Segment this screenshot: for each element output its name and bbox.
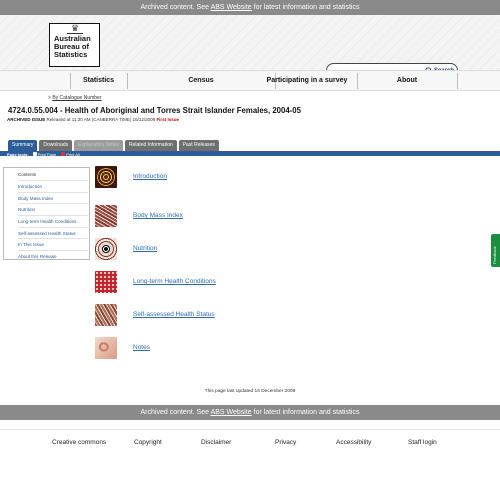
page-title: 4724.0.55.004 - Health of Aboriginal and… bbox=[8, 106, 301, 115]
tab-downloads[interactable]: Downloads bbox=[39, 140, 73, 151]
nav-item-statistics[interactable]: Statistics bbox=[70, 71, 127, 91]
archive-banner-bottom: Archived content. See ABS Website for la… bbox=[0, 405, 500, 420]
notes-thumbnail[interactable] bbox=[95, 337, 117, 359]
topic-link-self-assessed-health[interactable]: Self-assessed Health Status bbox=[133, 311, 215, 318]
first-issue-badge: First Issue bbox=[156, 117, 179, 122]
site-footer: Creative commons Copyright Disclaimer Pr… bbox=[0, 429, 500, 500]
archive-banner-prefix: Archived content. See bbox=[140, 409, 210, 416]
introduction-thumbnail[interactable] bbox=[95, 166, 117, 188]
feedback-tab[interactable]: Feedback bbox=[491, 234, 500, 267]
logo-text: Australian Bureau of Statistics bbox=[54, 34, 91, 59]
breadcrumb: > By Catalogue Number bbox=[48, 95, 102, 101]
contents-panel: Contents Introduction Body Mass Index Nu… bbox=[3, 167, 90, 260]
tab-summary[interactable]: Summary bbox=[8, 140, 38, 151]
nutrition-thumbnail[interactable] bbox=[95, 238, 117, 260]
archive-banner-suffix: for latest information and statistics bbox=[253, 409, 360, 416]
self-assessed-health-status-thumbnail[interactable] bbox=[95, 304, 117, 326]
contents-item-in-this-issue[interactable]: In This Issue bbox=[18, 238, 88, 250]
topic-link-body-mass-index[interactable]: Body Mass Index bbox=[133, 212, 183, 219]
contents-item-introduction[interactable]: Introduction bbox=[18, 180, 88, 192]
print-all-label: Print All bbox=[66, 151, 80, 157]
print-all-button[interactable]: Print All bbox=[61, 152, 80, 157]
footer-link-creative-commons[interactable]: Creative commons bbox=[52, 439, 106, 446]
topic-self-assessed-health: Self-assessed Health Status bbox=[95, 304, 315, 326]
contents-item-about-this-release[interactable]: About this Release bbox=[18, 250, 88, 262]
tab-bar: Summary Downloads Explanatory Notes Rela… bbox=[8, 140, 221, 151]
printer-icon bbox=[32, 152, 37, 156]
abs-website-link[interactable]: ABS Website bbox=[211, 409, 252, 416]
last-updated-text: This page last updated 16 December 2009 bbox=[204, 389, 296, 394]
site-header: ♛ Australian Bureau of Statistics Search bbox=[0, 15, 500, 78]
issue-info: ARCHIVED ISSUE Released at 11:30 AM (CAN… bbox=[7, 117, 179, 122]
body-mass-index-thumbnail[interactable] bbox=[95, 205, 117, 227]
archive-banner-prefix: Archived content. See bbox=[140, 4, 210, 11]
topic-long-term-health: Long-term Health Conditions bbox=[95, 271, 315, 293]
topic-nutrition: Nutrition bbox=[95, 238, 315, 260]
breadcrumb-separator: > bbox=[48, 95, 51, 101]
page-tools-label: Page tools: bbox=[7, 151, 29, 157]
archived-issue-label: ARCHIVED ISSUE bbox=[7, 117, 46, 122]
footer-link-staff-login[interactable]: Staff login bbox=[408, 439, 437, 446]
breadcrumb-link-catalogue[interactable]: By Catalogue Number bbox=[52, 95, 101, 101]
print-page-label: Print Page bbox=[37, 151, 57, 157]
coat-of-arms-icon: ♛ bbox=[67, 23, 83, 34]
page-tools: Page tools: Print Page Print All bbox=[7, 151, 85, 157]
footer-link-accessibility[interactable]: Accessibility bbox=[336, 439, 371, 446]
feedback-tab-label: Feedback bbox=[492, 246, 497, 264]
pdf-icon bbox=[61, 152, 66, 156]
tab-related-information[interactable]: Related Information bbox=[125, 140, 177, 151]
archive-banner-top: Archived content. See ABS Website for la… bbox=[0, 0, 500, 15]
footer-link-disclaimer[interactable]: Disclaimer bbox=[201, 439, 231, 446]
archive-banner-suffix: for latest information and statistics bbox=[253, 4, 360, 11]
topic-body-mass-index: Body Mass Index bbox=[95, 205, 315, 227]
footer-link-privacy[interactable]: Privacy bbox=[275, 439, 296, 446]
topic-notes: Notes bbox=[95, 337, 315, 359]
long-term-health-conditions-thumbnail[interactable] bbox=[95, 271, 117, 293]
nav-divider bbox=[457, 73, 458, 89]
tab-past-releases[interactable]: Past Releases bbox=[178, 140, 219, 151]
contents-title: Contents bbox=[18, 172, 37, 177]
print-page-button[interactable]: Print Page bbox=[32, 151, 57, 157]
topic-introduction: Introduction bbox=[95, 166, 315, 188]
contents-item-body-mass-index[interactable]: Body Mass Index bbox=[18, 191, 88, 204]
footer-link-copyright[interactable]: Copyright bbox=[134, 439, 162, 446]
topic-link-long-term-health[interactable]: Long-term Health Conditions bbox=[133, 278, 216, 285]
contents-item-nutrition[interactable]: Nutrition bbox=[18, 203, 88, 215]
nav-item-census[interactable]: Census bbox=[127, 71, 275, 91]
topic-link-nutrition[interactable]: Nutrition bbox=[133, 245, 157, 252]
contents-item-self-assessed-health[interactable]: Self-assessed Health Status bbox=[18, 226, 88, 239]
abs-website-link[interactable]: ABS Website bbox=[211, 4, 252, 11]
topic-link-introduction[interactable]: Introduction bbox=[133, 173, 167, 180]
contents-item-long-term-health[interactable]: Long-term Health Conditions bbox=[18, 215, 88, 227]
release-info: Released at 11:30 AM (CANBERRA TIME) 16/… bbox=[46, 117, 156, 122]
main-nav: Statistics Census Participating in a sur… bbox=[0, 70, 500, 91]
nav-item-participating[interactable]: Participating in a survey bbox=[257, 71, 357, 91]
nav-item-about[interactable]: About bbox=[357, 71, 457, 91]
abs-logo[interactable]: ♛ Australian Bureau of Statistics bbox=[49, 23, 100, 67]
topic-link-notes[interactable]: Notes bbox=[133, 344, 150, 351]
tab-explanatory-notes: Explanatory Notes bbox=[74, 140, 124, 151]
